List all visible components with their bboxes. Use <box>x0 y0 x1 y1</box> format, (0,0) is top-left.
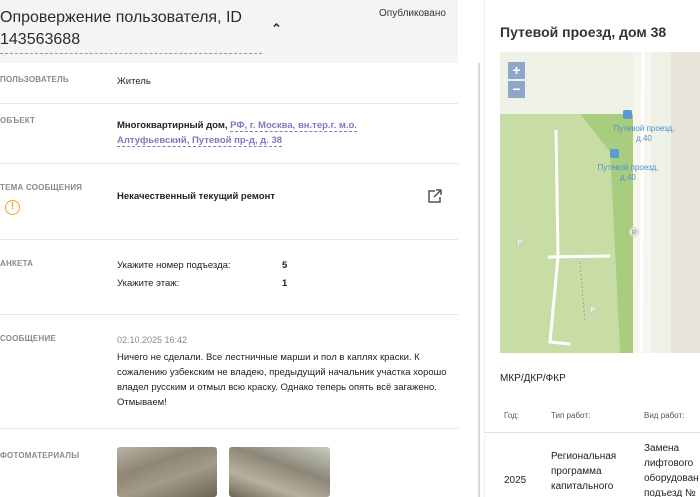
works-section-title: МКР/ДКР/ФКР <box>500 373 566 384</box>
form-row: АНКЕТА Укажите номер подъезда: 5 Укажите… <box>0 240 458 315</box>
object-value: Многоквартирный дом, РФ, г. Москва, вн.т… <box>117 118 387 148</box>
message-text: Ничего не сделали. Все лестничные марши … <box>117 352 447 408</box>
svg-text:P: P <box>632 230 637 237</box>
table-header-year: Год: <box>504 411 519 420</box>
topic-value: Некачественный текущий ремонт <box>117 191 275 202</box>
map-panel-title: Путевой проезд, дом 38 <box>500 24 667 40</box>
object-row: ОБЪЕКТ Многоквартирный дом, РФ, г. Москв… <box>0 104 458 164</box>
bus-stop-label-2: Путевой проезд, д.40 <box>597 163 659 182</box>
map-panel: Путевой проезд, дом 38 P P P + − Путевой… <box>484 0 700 497</box>
photos-label: ФОТОМАТЕРИАЛЫ <box>0 451 80 460</box>
message-label: СООБЩЕНИЕ <box>0 334 56 343</box>
object-address-link-line2[interactable]: Алтуфьевский, Путевой пр-д, д. 38 <box>117 135 283 147</box>
zoom-in-button[interactable]: + <box>508 62 525 79</box>
report-header: Опровержение пользователя, ID 143563688 … <box>0 0 458 63</box>
photo-thumbnail-2[interactable] <box>229 447 330 497</box>
form-answer-floor: 1 <box>282 278 288 289</box>
object-label: ОБЪЕКТ <box>0 116 36 125</box>
photo-thumbnail-1[interactable] <box>117 447 217 497</box>
report-title[interactable]: Опровержение пользователя, ID 143563688 <box>0 7 262 54</box>
topic-row: ТЕМА СООБЩЕНИЯ Некачественный текущий ре… <box>0 164 458 240</box>
form-label: АНКЕТА <box>0 259 34 268</box>
form-question-floor: Укажите этаж: <box>117 278 180 289</box>
bus-stop-label-1: Путевой проезд, д.40 <box>613 124 675 143</box>
table-cell-kind: Замена лифтового оборудован подъезд № <box>644 443 699 497</box>
map-canvas[interactable]: P P P <box>500 52 700 353</box>
message-row: СООБЩЕНИЕ 02.10.2025 16:42 Ничего не сде… <box>0 315 458 429</box>
status-badge: Опубликовано <box>379 8 446 19</box>
warning-icon: ! <box>5 200 20 215</box>
message-date: 02.10.2025 16:42 <box>117 335 188 345</box>
map[interactable]: P P P + − Путевой проезд, д.40 Путевой п… <box>500 52 700 353</box>
svg-text:P: P <box>518 240 523 247</box>
user-value: Житель <box>117 76 151 87</box>
object-type: Многоквартирный дом, <box>117 120 228 131</box>
table-header-kind: Вид работ: <box>644 411 685 420</box>
table-cell-type: Региональная программа капитального <box>551 451 617 492</box>
form-answer-entrance: 5 <box>282 260 288 271</box>
table-divider <box>485 432 700 433</box>
topic-label: ТЕМА СООБЩЕНИЯ <box>0 183 83 192</box>
form-question-entrance: Укажите номер подъезда: <box>117 260 231 271</box>
collapse-chevron-icon[interactable]: ⌃ <box>271 21 282 37</box>
table-cell-year: 2025 <box>504 475 527 486</box>
user-label: ПОЛЬЗОВАТЕЛЬ <box>0 75 69 84</box>
report-panel: Опровержение пользователя, ID 143563688 … <box>0 0 466 497</box>
svg-text:P: P <box>591 307 596 314</box>
zoom-out-button[interactable]: − <box>508 81 525 98</box>
scrollbar[interactable] <box>478 63 480 497</box>
table-header-type: Тип работ: <box>551 411 591 420</box>
user-row: ПОЛЬЗОВАТЕЛЬ Житель <box>0 63 458 104</box>
external-link-icon[interactable] <box>427 188 443 204</box>
object-address-link-line1[interactable]: РФ, г. Москва, вн.тер.г. м.о. <box>230 120 357 132</box>
